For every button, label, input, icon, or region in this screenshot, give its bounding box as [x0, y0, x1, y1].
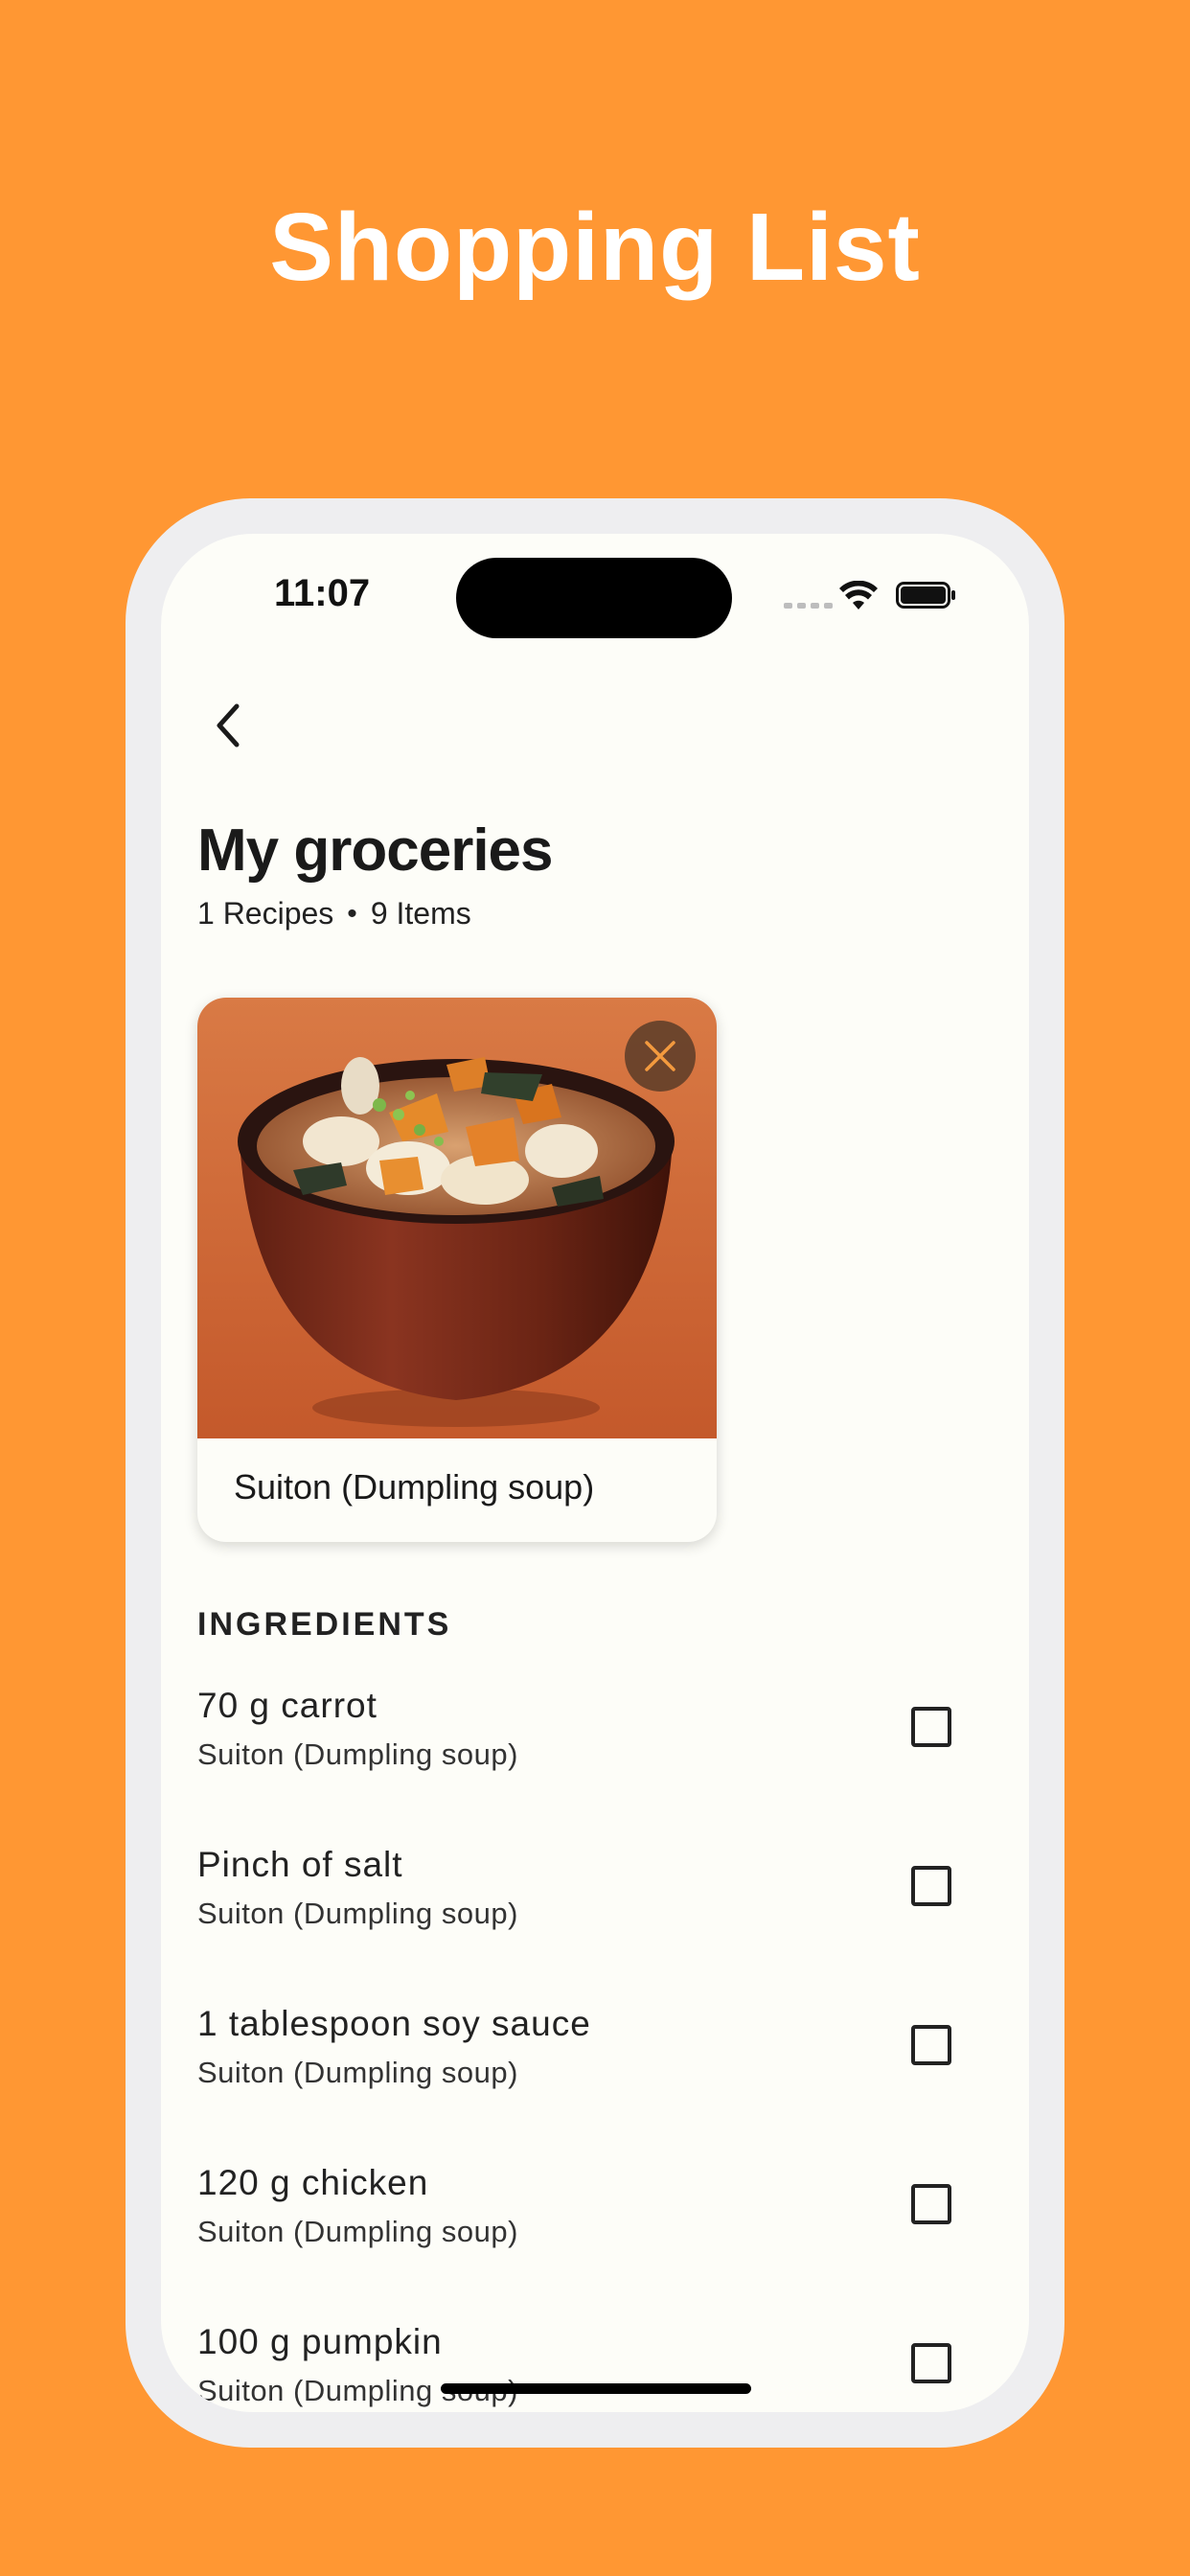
promo-title: Shopping List [269, 194, 921, 301]
ingredient-row[interactable]: Pinch of salt Suiton (Dumpling soup) [161, 1845, 1029, 2004]
ingredient-recipe: Suiton (Dumpling soup) [197, 1737, 518, 1771]
dynamic-island [456, 558, 732, 638]
items-count: 9 Items [370, 896, 471, 931]
back-button[interactable] [199, 697, 257, 754]
ingredient-name: 120 g chicken [197, 2163, 429, 2202]
ingredients-list: 70 g carrot Suiton (Dumpling soup) Pinch… [161, 1686, 1029, 2412]
ingredient-row[interactable]: 70 g carrot Suiton (Dumpling soup) [161, 1686, 1029, 1845]
ingredient-checkbox[interactable] [911, 2025, 951, 2065]
list-summary: 1 Recipes • 9 Items [197, 896, 471, 932]
remove-recipe-button[interactable] [625, 1021, 696, 1092]
ingredient-recipe: Suiton (Dumpling soup) [197, 2215, 518, 2248]
ingredient-row[interactable]: 1 tablespoon soy sauce Suiton (Dumpling … [161, 2004, 1029, 2163]
ingredient-checkbox[interactable] [911, 1866, 951, 1906]
ingredient-row[interactable]: 120 g chicken Suiton (Dumpling soup) [161, 2163, 1029, 2322]
ingredients-heading: INGREDIENTS [197, 1606, 452, 1643]
ingredient-recipe: Suiton (Dumpling soup) [197, 1897, 518, 1930]
ingredient-checkbox[interactable] [911, 2343, 951, 2383]
ingredient-name: 100 g pumpkin [197, 2322, 443, 2361]
ingredient-name: Pinch of salt [197, 1845, 403, 1884]
ingredient-recipe: Suiton (Dumpling soup) [197, 2056, 518, 2089]
battery-icon [896, 582, 955, 609]
ingredient-name: 70 g carrot [197, 1686, 378, 1725]
close-icon [645, 1041, 675, 1071]
summary-separator: • [347, 897, 357, 930]
ingredient-checkbox[interactable] [911, 2184, 951, 2224]
recipe-card-title: Suiton (Dumpling soup) [234, 1467, 595, 1506]
recipes-count: 1 Recipes [197, 896, 334, 931]
home-indicator [441, 2383, 751, 2394]
chevron-left-icon [217, 703, 240, 748]
signal-dots-icon [784, 603, 833, 609]
app-screen: 11:07 My groceries 1 Recipes • 9 Items S… [161, 534, 1029, 2412]
wifi-icon [839, 581, 878, 610]
ingredient-checkbox[interactable] [911, 1707, 951, 1747]
page-title: My groceries [197, 817, 554, 884]
status-time: 11:07 [274, 572, 371, 614]
recipe-card[interactable]: Suiton (Dumpling soup) [197, 998, 717, 1542]
ingredient-name: 1 tablespoon soy sauce [197, 2004, 591, 2043]
ingredient-row[interactable]: 100 g pumpkin Suiton (Dumpling soup) [161, 2322, 1029, 2412]
